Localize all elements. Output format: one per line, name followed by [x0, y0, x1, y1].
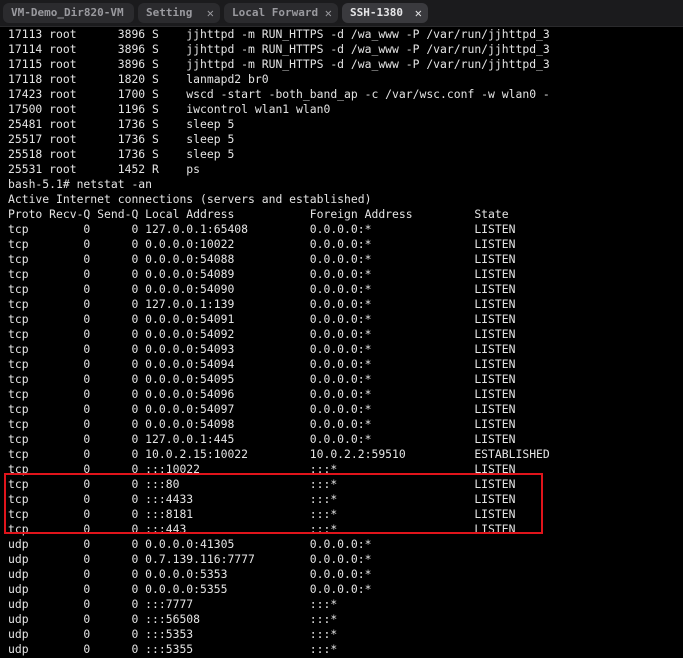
tab-bar: VM-Demo_Dir820-VM Setting ✕ Local Forwar…	[0, 0, 683, 27]
terminal-output[interactable]: 17113 root 3896 S jjhttpd -m RUN_HTTPS -…	[8, 27, 678, 658]
terminal-line: udp 0 0 :::56508 :::*	[8, 612, 338, 626]
terminal-line: 17114 root 3896 S jjhttpd -m RUN_HTTPS -…	[8, 42, 550, 56]
terminal-line: tcp 0 0 127.0.0.1:139 0.0.0.0:* LISTEN	[8, 297, 516, 311]
tab-label: Setting	[146, 6, 193, 19]
terminal-line: Active Internet connections (servers and…	[8, 192, 372, 206]
terminal-line: tcp 0 0 0.0.0.0:54094 0.0.0.0:* LISTEN	[8, 357, 516, 371]
terminal-line: 17115 root 3896 S jjhttpd -m RUN_HTTPS -…	[8, 57, 550, 71]
close-icon[interactable]: ✕	[325, 3, 332, 23]
terminal-line: tcp 0 0 0.0.0.0:54088 0.0.0.0:* LISTEN	[8, 252, 516, 266]
terminal-line: tcp 0 0 0.0.0.0:54093 0.0.0.0:* LISTEN	[8, 342, 516, 356]
terminal-line: 17118 root 1820 S lanmapd2 br0	[8, 72, 269, 86]
close-icon[interactable]: ✕	[415, 3, 422, 23]
tab-ssh-1380[interactable]: SSH-1380 ✕	[342, 3, 428, 23]
terminal-line: udp 0 0 0.0.0.0:5355 0.0.0.0:*	[8, 582, 372, 596]
terminal-line: tcp 0 0 0.0.0.0:54089 0.0.0.0:* LISTEN	[8, 267, 516, 281]
terminal-line: udp 0 0 0.0.0.0:41305 0.0.0.0:*	[8, 537, 372, 551]
terminal-line: tcp 0 0 0.0.0.0:54095 0.0.0.0:* LISTEN	[8, 372, 516, 386]
terminal-line: 17500 root 1196 S iwcontrol wlan1 wlan0	[8, 102, 331, 116]
terminal-line: tcp 0 0 0.0.0.0:54091 0.0.0.0:* LISTEN	[8, 312, 516, 326]
tab-label: Local Forward	[232, 6, 319, 19]
terminal-line: tcp 0 0 127.0.0.1:445 0.0.0.0:* LISTEN	[8, 432, 516, 446]
terminal-line: 25517 root 1736 S sleep 5	[8, 132, 235, 146]
terminal-line: 25518 root 1736 S sleep 5	[8, 147, 235, 161]
terminal-line: udp 0 0 :::7777 :::*	[8, 597, 338, 611]
terminal-line: tcp 0 0 0.0.0.0:54092 0.0.0.0:* LISTEN	[8, 327, 516, 341]
terminal-line: 25531 root 1452 R ps	[8, 162, 201, 176]
close-icon[interactable]: ✕	[207, 3, 214, 23]
terminal-line: udp 0 0 0.7.139.116:7777 0.0.0.0:*	[8, 552, 372, 566]
tab-label: VM-Demo_Dir820-VM	[11, 6, 124, 19]
terminal-line: tcp 0 0 0.0.0.0:54090 0.0.0.0:* LISTEN	[8, 282, 516, 296]
tab-label: SSH-1380	[350, 6, 403, 19]
terminal-line: 25481 root 1736 S sleep 5	[8, 117, 235, 131]
terminal-line: tcp 0 0 0.0.0.0:54096 0.0.0.0:* LISTEN	[8, 387, 516, 401]
terminal-line: tcp 0 0 127.0.0.1:65408 0.0.0.0:* LISTEN	[8, 222, 516, 236]
terminal-line: udp 0 0 :::5353 :::*	[8, 627, 338, 641]
terminal-line: tcp 0 0 10.0.2.15:10022 10.0.2.2:59510 E…	[8, 447, 550, 461]
terminal-line: tcp 0 0 0.0.0.0:10022 0.0.0.0:* LISTEN	[8, 237, 516, 251]
terminal-line: tcp 0 0 0.0.0.0:54097 0.0.0.0:* LISTEN	[8, 402, 516, 416]
terminal-line: Proto Recv-Q Send-Q Local Address Foreig…	[8, 207, 509, 221]
tab-setting[interactable]: Setting ✕	[138, 3, 220, 23]
terminal-line: tcp 0 0 0.0.0.0:54098 0.0.0.0:* LISTEN	[8, 417, 516, 431]
terminal-line: 17113 root 3896 S jjhttpd -m RUN_HTTPS -…	[8, 27, 550, 41]
tab-local-forward[interactable]: Local Forward ✕	[224, 3, 338, 23]
terminal-line: bash-5.1# netstat -an	[8, 177, 153, 191]
terminal-line: 17423 root 1700 S wscd -start -both_band…	[8, 87, 550, 101]
terminal-line: udp 0 0 0.0.0.0:5353 0.0.0.0:*	[8, 567, 372, 581]
highlight-box	[4, 473, 543, 534]
terminal-line: udp 0 0 :::5355 :::*	[8, 642, 338, 656]
tab-vm-demo[interactable]: VM-Demo_Dir820-VM	[3, 3, 134, 23]
